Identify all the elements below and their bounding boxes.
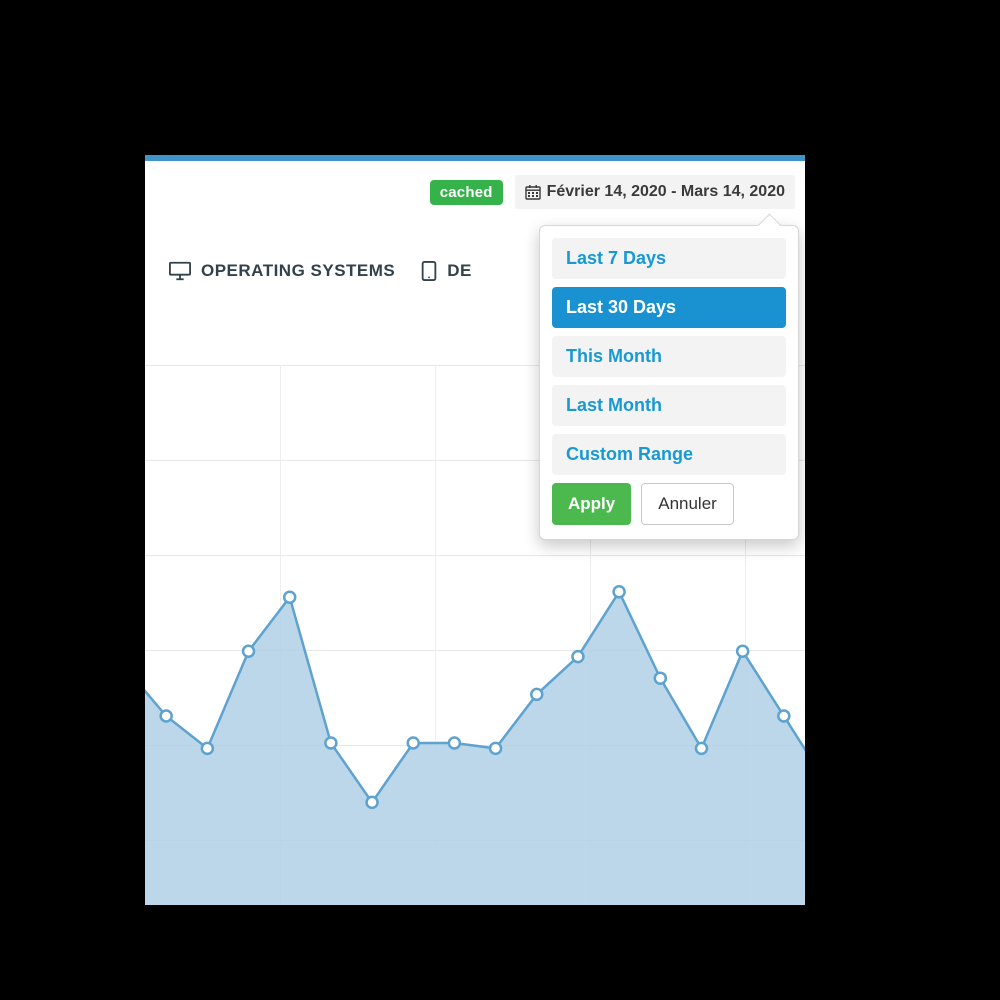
- tab-operating-systems[interactable]: OPERATING SYSTEMS: [169, 261, 395, 281]
- range-option[interactable]: Last Month: [552, 385, 786, 426]
- range-option[interactable]: Custom Range: [552, 434, 786, 475]
- tablet-icon: [421, 261, 437, 281]
- tab-devices[interactable]: DE: [421, 261, 471, 281]
- range-option[interactable]: Last 7 Days: [552, 238, 786, 279]
- toolbar: cached Février 14, 2020 - Mars 14, 2020: [145, 161, 805, 209]
- apply-button[interactable]: Apply: [552, 483, 631, 525]
- cancel-button[interactable]: Annuler: [641, 483, 734, 525]
- popover-buttons: Apply Annuler: [552, 483, 786, 525]
- date-range-picker[interactable]: Février 14, 2020 - Mars 14, 2020: [515, 175, 795, 209]
- tab-label: DE: [447, 261, 471, 281]
- date-range-popover: Last 7 Days Last 30 Days This Month Last Mo…: [539, 225, 799, 540]
- monitor-icon: [169, 261, 191, 281]
- range-option[interactable]: Last 30 Days: [552, 287, 786, 328]
- calendar-icon: [525, 184, 541, 200]
- cached-badge: cached: [430, 180, 503, 205]
- date-range-text: Février 14, 2020 - Mars 14, 2020: [547, 183, 785, 201]
- tab-label: OPERATING SYSTEMS: [201, 261, 395, 281]
- dashboard-panel: cached Février 14, 2020 - Mars 14, 2020: [145, 155, 805, 905]
- range-option[interactable]: This Month: [552, 336, 786, 377]
